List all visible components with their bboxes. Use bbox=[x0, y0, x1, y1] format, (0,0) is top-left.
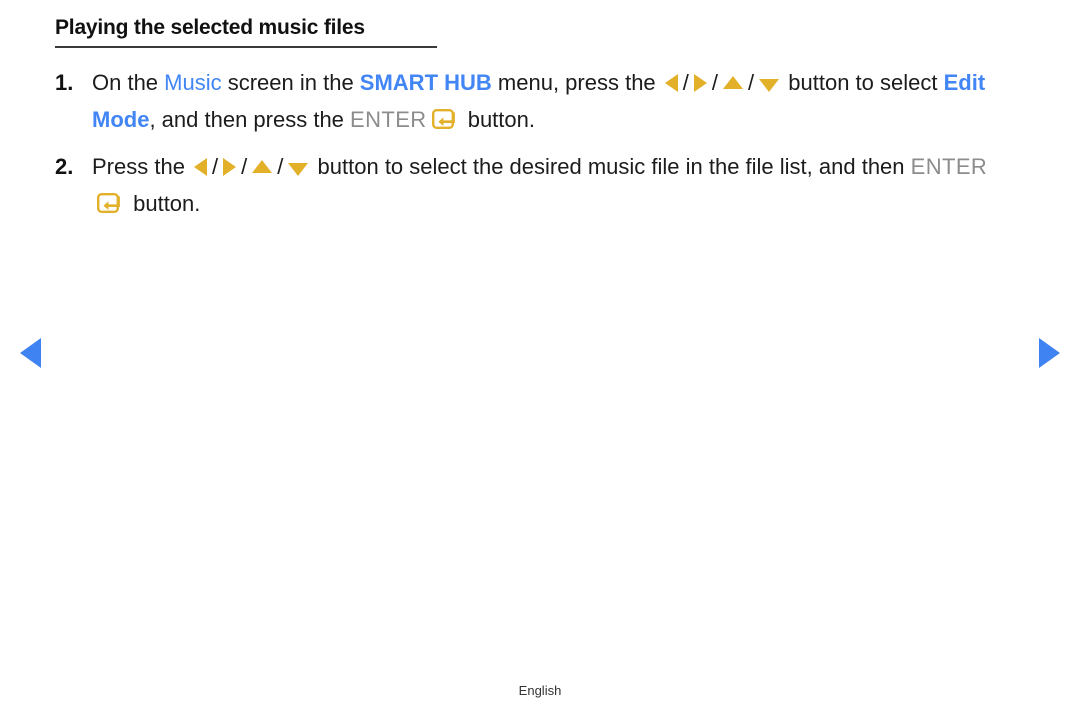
step-text: On the Music screen in the SMART HUB men… bbox=[92, 64, 1020, 138]
arrow-separator: / bbox=[748, 70, 755, 95]
page-title: Playing the selected music files bbox=[55, 16, 365, 39]
down-arrow-icon bbox=[759, 78, 780, 92]
step1-text-part-4: button to select bbox=[782, 70, 944, 95]
step1-text-part-1: On the bbox=[92, 70, 165, 95]
footer-language-label: English bbox=[518, 683, 562, 698]
left-arrow-icon bbox=[664, 74, 678, 93]
step2-text-part-3: button. bbox=[127, 191, 201, 216]
keyword-smart-hub: SMART HUB bbox=[359, 70, 492, 95]
arrow-separator: / bbox=[682, 70, 689, 95]
step2-text-part-2: button to select the desired music file … bbox=[311, 154, 911, 179]
step-number: 1. bbox=[55, 70, 74, 95]
arrow-separator: / bbox=[212, 154, 219, 179]
step1-text-part-6: button. bbox=[461, 107, 535, 132]
title-underline bbox=[55, 46, 437, 48]
step2-text-part-1: Press the bbox=[92, 154, 192, 179]
up-arrow-icon bbox=[252, 159, 273, 173]
keyword-enter: ENTER bbox=[350, 107, 427, 132]
keyword-music: Music bbox=[164, 70, 222, 95]
step1-text-part-5: , and then press the bbox=[149, 107, 351, 132]
previous-page-arrow-icon[interactable] bbox=[20, 338, 41, 368]
instruction-step-2: 2. Press the / / / button to select the de… bbox=[55, 148, 1020, 222]
keyword-enter: ENTER bbox=[910, 154, 988, 179]
arrow-separator: / bbox=[277, 154, 284, 179]
instruction-step-1: 1. On the Music screen in the SMART HUB … bbox=[55, 64, 1020, 138]
right-arrow-icon bbox=[693, 74, 707, 93]
enter-key-icon bbox=[431, 109, 458, 130]
step1-text-part-3: menu, press the bbox=[491, 70, 662, 95]
step1-text-part-2: screen in the bbox=[221, 70, 360, 95]
up-arrow-icon bbox=[723, 75, 744, 89]
instruction-list: 1. On the Music screen in the SMART HUB … bbox=[55, 64, 1020, 222]
next-page-arrow-icon[interactable] bbox=[1039, 338, 1060, 368]
arrow-separator: / bbox=[241, 154, 248, 179]
enter-key-icon bbox=[97, 193, 123, 214]
step-number: 2. bbox=[55, 154, 74, 179]
right-arrow-icon bbox=[223, 158, 237, 177]
step-text: Press the / / / button to select the desir… bbox=[92, 148, 1020, 222]
down-arrow-icon bbox=[288, 162, 309, 176]
left-arrow-icon bbox=[194, 158, 208, 177]
arrow-separator: / bbox=[711, 70, 719, 95]
